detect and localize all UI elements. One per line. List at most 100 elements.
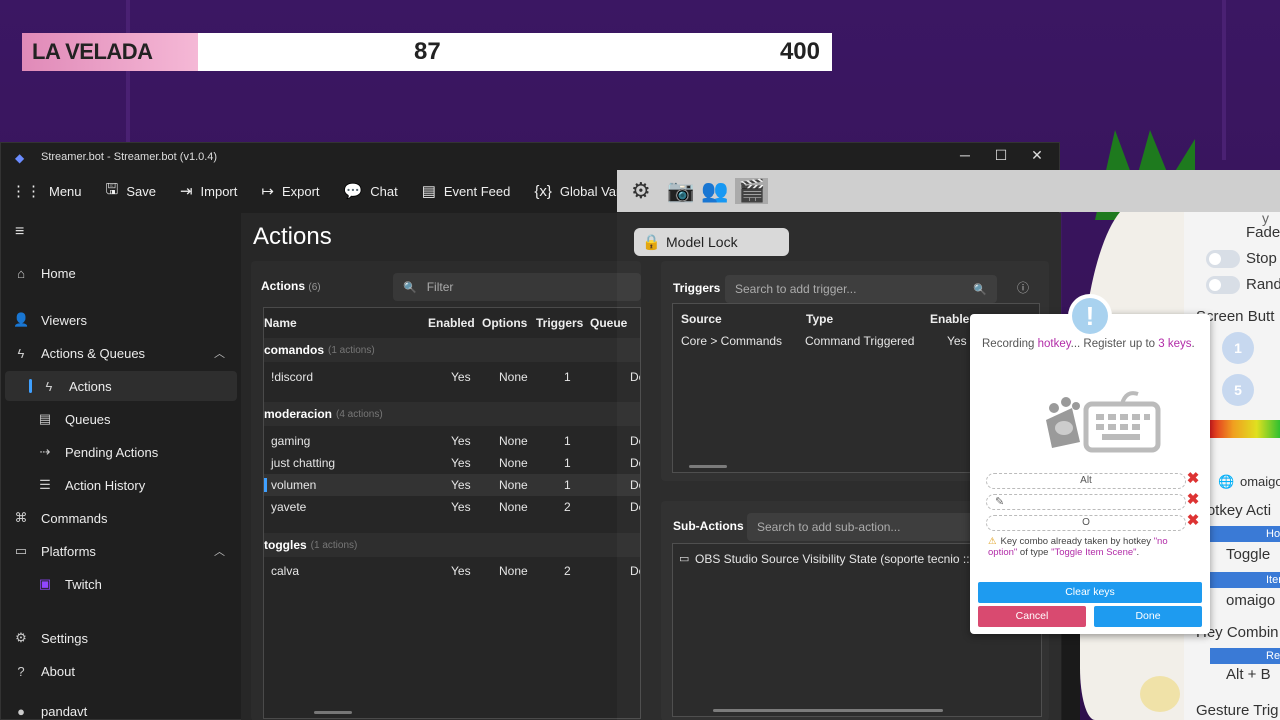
save-label: Save (126, 183, 156, 199)
goal-current: 87 (414, 38, 441, 65)
sidebar-item-action-history[interactable]: ☰ Action History (1, 470, 241, 500)
cell-options: None (499, 434, 528, 448)
stop-label: Stop (1246, 250, 1277, 267)
search-icon: 🔍 (403, 281, 417, 294)
column-header-options[interactable]: Options (482, 316, 527, 330)
chevron-up-icon: ︿ (214, 546, 225, 558)
sidebar-item-queues[interactable]: ▤ Queues (1, 404, 241, 434)
minimize-button[interactable]: ─ (947, 147, 983, 164)
group-header[interactable]: comandos (1 actions) (264, 338, 640, 362)
sidebar-item-platforms[interactable]: ▭ Platforms ︿ (1, 536, 241, 566)
background-stripe (1222, 0, 1226, 160)
actions-filter-input[interactable]: 🔍 Filter (393, 273, 641, 301)
hamburger-icon[interactable]: ≡ (15, 223, 24, 241)
rec-prefix: Recording (982, 338, 1038, 350)
actions-panel: Actions (6) 🔍 Filter Name Enabled Options… (251, 261, 641, 720)
camera-icon[interactable]: 📷 (667, 178, 694, 204)
done-button[interactable]: Done (1094, 606, 1202, 627)
save-button[interactable]: 🖫 Save (106, 179, 156, 204)
cell-triggers: 1 (564, 434, 571, 448)
home-icon: ⌂ (17, 265, 25, 281)
table-row[interactable]: just chatting Yes None 1 De (264, 452, 640, 474)
table-row[interactable]: !discord Yes None 1 De (264, 366, 640, 388)
random-label: Rand (1246, 276, 1280, 293)
user-settings-icon[interactable]: 👥 (701, 178, 728, 204)
chat-button[interactable]: 💬 Chat (344, 182, 398, 200)
actions-title-text: Actions (261, 279, 306, 293)
lock-icon: 🔒 (642, 234, 661, 251)
hotkey-badge: Hotke (1210, 526, 1280, 542)
model-lock-button[interactable]: 🔒 Model Lock (634, 228, 789, 256)
cell-options: None (499, 456, 528, 470)
clear-key-3-icon[interactable]: ✖ (1186, 513, 1200, 528)
sidebar-item-actions[interactable]: ϟ Actions (5, 371, 237, 401)
goal-bar: LA VELADA 87 400 (22, 33, 832, 71)
key-slot-2[interactable]: ✎ (986, 494, 1186, 510)
sidebar-item-twitch[interactable]: ▣ Twitch (1, 569, 241, 599)
warn-type: "Toggle Item Scene" (1051, 547, 1137, 558)
sidebar-item-commands[interactable]: ⌘ Commands (1, 503, 241, 533)
column-header-enabled[interactable]: Enabled (428, 316, 475, 330)
actions-panel-title: Actions (6) (261, 279, 321, 293)
menu-button[interactable]: ⋮⋮ Menu (11, 182, 82, 200)
sidebar-item-about[interactable]: ? About (1, 656, 241, 686)
queue-icon: ▤ (38, 411, 52, 426)
folder-icon[interactable] (1140, 676, 1180, 712)
clapper-icon[interactable]: 🎬 (735, 178, 769, 204)
gear-icon: ⚙ (15, 630, 27, 645)
screen-button-1[interactable]: 1 (1222, 332, 1254, 364)
group-header[interactable]: toggles (1 actions) (264, 533, 640, 557)
history-icon: ☰ (39, 477, 51, 492)
sidebar-item-settings[interactable]: ⚙ Settings (1, 623, 241, 653)
sidebar-item-pending-actions[interactable]: ⇢ Pending Actions (1, 437, 241, 467)
streamerbot-logo-icon: ◆ (15, 151, 25, 165)
cell-name: !discord (271, 370, 314, 384)
event-feed-icon: ▤ (421, 183, 436, 200)
sidebar-user[interactable]: ● pandavt (1, 701, 241, 720)
event-feed-button[interactable]: ▤ Event Feed (422, 182, 511, 200)
import-button[interactable]: ⇥ Import (180, 182, 237, 200)
table-row[interactable]: gaming Yes None 1 De (264, 430, 640, 452)
gear-icon[interactable]: ⚙ (631, 178, 651, 204)
group-count: (1 actions) (328, 344, 375, 356)
conflict-warning: ⚠ Key combo already taken by hotkey "no o… (988, 536, 1198, 558)
cell-enabled: Yes (451, 500, 471, 514)
toggle-label: Toggle (1226, 546, 1271, 563)
random-toggle[interactable] (1206, 276, 1240, 294)
cell-triggers: 1 (564, 456, 571, 470)
clear-key-2-icon[interactable]: ✖ (1186, 492, 1200, 507)
fade-label: Fade (1246, 224, 1280, 241)
warning-icon: ⚠ (988, 536, 997, 547)
sidebar-item-actions-queues[interactable]: ϟ Actions & Queues ︿ (1, 338, 241, 368)
export-icon: ↦ (261, 183, 274, 200)
screen-button-5[interactable]: 5 (1222, 374, 1254, 406)
group-header[interactable]: moderacion (4 actions) (264, 402, 640, 426)
cell-enabled: Yes (451, 370, 471, 384)
clear-key-1-icon[interactable]: ✖ (1186, 471, 1200, 486)
sidebar-item-home[interactable]: ⌂ Home (1, 258, 241, 288)
sidebar-item-label: Platforms (41, 543, 96, 559)
column-header-triggers[interactable]: Triggers (536, 316, 583, 330)
key-slot-3[interactable]: O (986, 515, 1186, 531)
table-row[interactable]: calva Yes None 2 De (264, 560, 640, 582)
warn-mid: of type (1017, 547, 1052, 558)
column-header-name[interactable]: Name (264, 316, 297, 330)
export-button[interactable]: ↦ Export (261, 182, 319, 200)
stop-toggle[interactable] (1206, 250, 1240, 268)
close-button[interactable]: ✕ (1019, 147, 1055, 164)
question-icon: ? (17, 663, 25, 679)
table-row-selected[interactable]: volumen Yes None 1 De (264, 474, 640, 496)
model-lock-label: Model Lock (666, 234, 738, 250)
sidebar-item-label: Twitch (65, 576, 102, 592)
omaigo-item-label: omaigo (1226, 592, 1276, 609)
horizontal-scrollbar[interactable] (314, 711, 352, 714)
sidebar-item-viewers[interactable]: 👤 Viewers (1, 305, 241, 335)
group-name: toggles (264, 538, 307, 552)
cancel-button[interactable]: Cancel (978, 606, 1086, 627)
maximize-button[interactable]: ☐ (983, 147, 1019, 164)
clear-keys-button[interactable]: Clear keys (978, 582, 1202, 603)
key-slot-1[interactable]: Alt (986, 473, 1186, 489)
group-name: comandos (264, 343, 325, 357)
gesture-trigger-label: Gesture Trig (1196, 702, 1279, 719)
table-row[interactable]: yavete Yes None 2 De (264, 496, 640, 518)
